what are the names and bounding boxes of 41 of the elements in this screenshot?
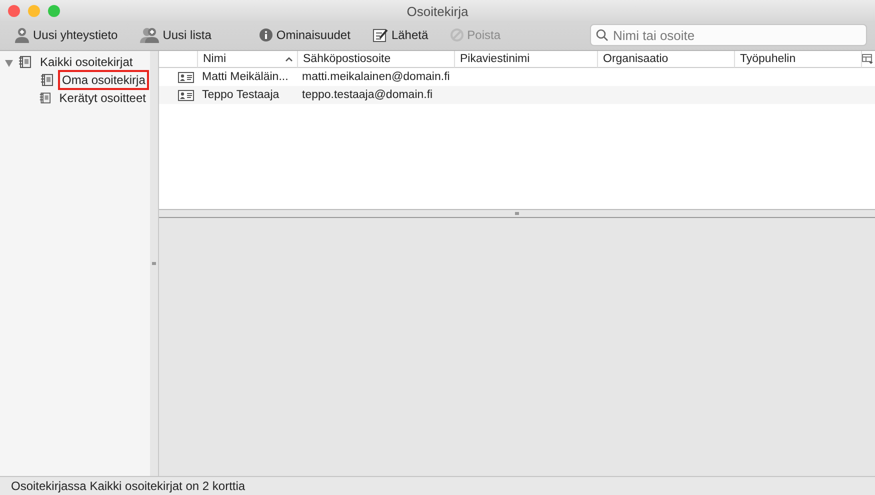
- table-row[interactable]: Teppo Testaaja teppo.testaaja@domain.fi: [159, 86, 875, 104]
- contact-card-icon: [178, 72, 194, 82]
- table-row[interactable]: Matti Meikäläin... matti.meikalainen@domain.fi: [159, 68, 875, 86]
- table-cell-text: Teppo Testaaja: [201, 88, 280, 103]
- info-icon: [259, 28, 274, 42]
- toolbar-button[interactable]: Lähetä: [368, 27, 432, 43]
- toolbar-button[interactable]: Ominaisuudet: [255, 28, 354, 42]
- disclosure-triangle[interactable]: [4, 57, 14, 67]
- sort-ascending-icon: [285, 56, 293, 62]
- column-header[interactable]: Pikaviestinimi: [454, 51, 597, 68]
- search-icon: [596, 29, 608, 41]
- table-cell-text: teppo.testaaja@domain.fi: [301, 88, 434, 103]
- table-cell-text: matti.meikalainen@domain.fi: [301, 70, 451, 85]
- status-text: Osoitekirjassa Kaikki osoitekirjat on 2 korttia: [11, 479, 246, 493]
- address-book-icon: [38, 91, 52, 105]
- minimize-button[interactable]: [28, 5, 40, 17]
- person-add-icon: [14, 27, 30, 43]
- contact-card-icon: [178, 90, 194, 100]
- compose-icon: [372, 27, 388, 43]
- splitter-handle[interactable]: [152, 262, 156, 265]
- address-book-icon: [18, 55, 32, 69]
- sidebar-item[interactable]: Kerätyt osoitteet: [55, 88, 150, 108]
- table-cell-text: Matti Meikäläin...: [201, 70, 290, 85]
- sidebar-item[interactable]: Kaikki osoitekirjat: [36, 52, 137, 72]
- sidebar-item[interactable]: Oma osoitekirja: [58, 70, 150, 90]
- column-picker-icon[interactable]: [862, 54, 873, 64]
- column-header[interactable]: Nimi: [197, 51, 297, 68]
- column-header[interactable]: Työpuhelin: [734, 51, 861, 68]
- prohibited-icon: [450, 28, 464, 42]
- search-field[interactable]: Nimi tai osoite: [611, 26, 866, 44]
- window-title: Osoitekirja: [406, 4, 470, 18]
- people-add-icon: [140, 27, 160, 43]
- search-bar[interactable]: Nimi tai osoite: [590, 24, 867, 46]
- column-header[interactable]: Organisaatio: [597, 51, 734, 68]
- toolbar-button[interactable]: Uusi yhteystieto: [10, 27, 122, 43]
- address-book-icon: [40, 73, 54, 87]
- column-header[interactable]: Sähköpostiosoite: [297, 51, 454, 68]
- zoom-button[interactable]: [48, 5, 60, 17]
- splitter-handle[interactable]: [515, 212, 519, 215]
- toolbar-button[interactable]: Uusi lista: [136, 27, 216, 43]
- close-button[interactable]: [8, 5, 20, 17]
